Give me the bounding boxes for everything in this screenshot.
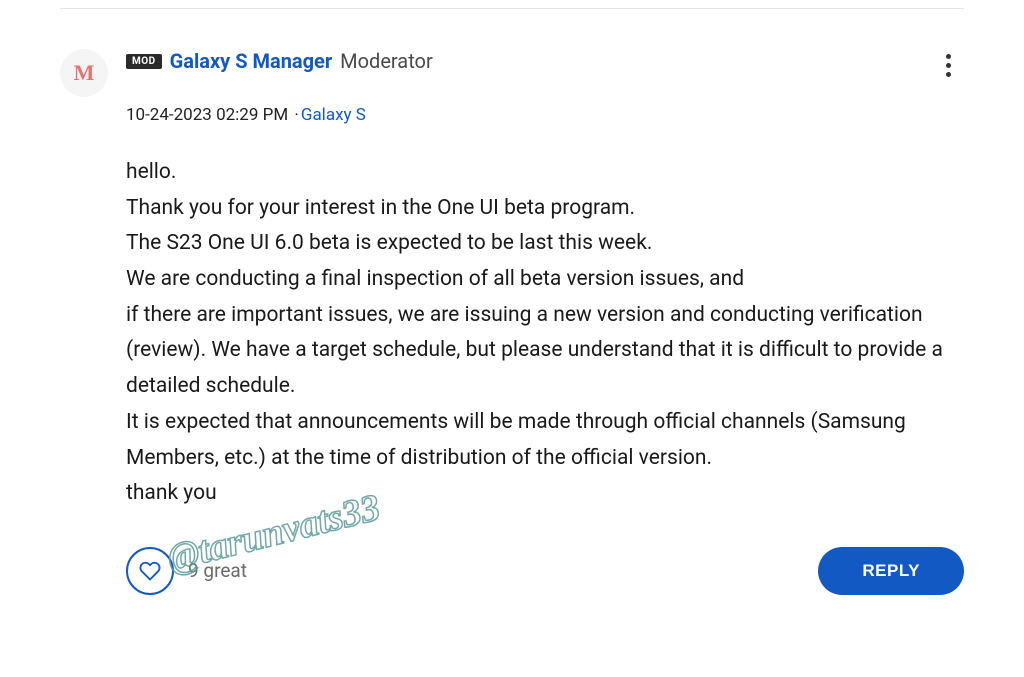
body-line: We are conducting a final inspection of … xyxy=(126,262,964,298)
post-options-button[interactable] xyxy=(932,49,964,81)
username-link[interactable]: Galaxy S Manager xyxy=(170,49,333,73)
meta-separator: · xyxy=(294,105,298,125)
post-header: M MOD Galaxy S Manager Moderator 10-24-2… xyxy=(60,49,964,125)
category-link[interactable]: Galaxy S xyxy=(301,105,366,125)
kebab-menu-icon xyxy=(946,54,951,77)
header-info: MOD Galaxy S Manager Moderator 10-24-202… xyxy=(126,49,964,125)
like-count: 9 great xyxy=(188,559,247,582)
user-line: MOD Galaxy S Manager Moderator xyxy=(126,49,964,73)
user-role: Moderator xyxy=(340,49,433,73)
body-line: The S23 One UI 6.0 beta is expected to b… xyxy=(126,226,964,262)
post-meta: 10-24-2023 02:29 PM ·Galaxy S xyxy=(126,105,964,125)
body-line: It is expected that announcements will b… xyxy=(126,405,964,476)
avatar-letter: M xyxy=(74,60,95,86)
like-button[interactable] xyxy=(126,547,174,595)
body-line: hello. xyxy=(126,155,964,191)
mod-badge: MOD xyxy=(126,54,162,69)
forum-post: M MOD Galaxy S Manager Moderator 10-24-2… xyxy=(0,9,1024,625)
post-footer: 9 great REPLY xyxy=(126,547,964,595)
like-section: 9 great xyxy=(126,547,247,595)
body-line: if there are important issues, we are is… xyxy=(126,298,964,405)
post-date: 10-24-2023 xyxy=(126,105,212,125)
avatar[interactable]: M xyxy=(60,49,108,97)
heart-icon xyxy=(139,560,161,582)
post-time: 02:29 PM xyxy=(216,105,288,125)
reply-button[interactable]: REPLY xyxy=(818,547,964,595)
post-body: hello. Thank you for your interest in th… xyxy=(126,155,964,512)
body-line: thank you xyxy=(126,476,964,512)
body-line: Thank you for your interest in the One U… xyxy=(126,191,964,227)
